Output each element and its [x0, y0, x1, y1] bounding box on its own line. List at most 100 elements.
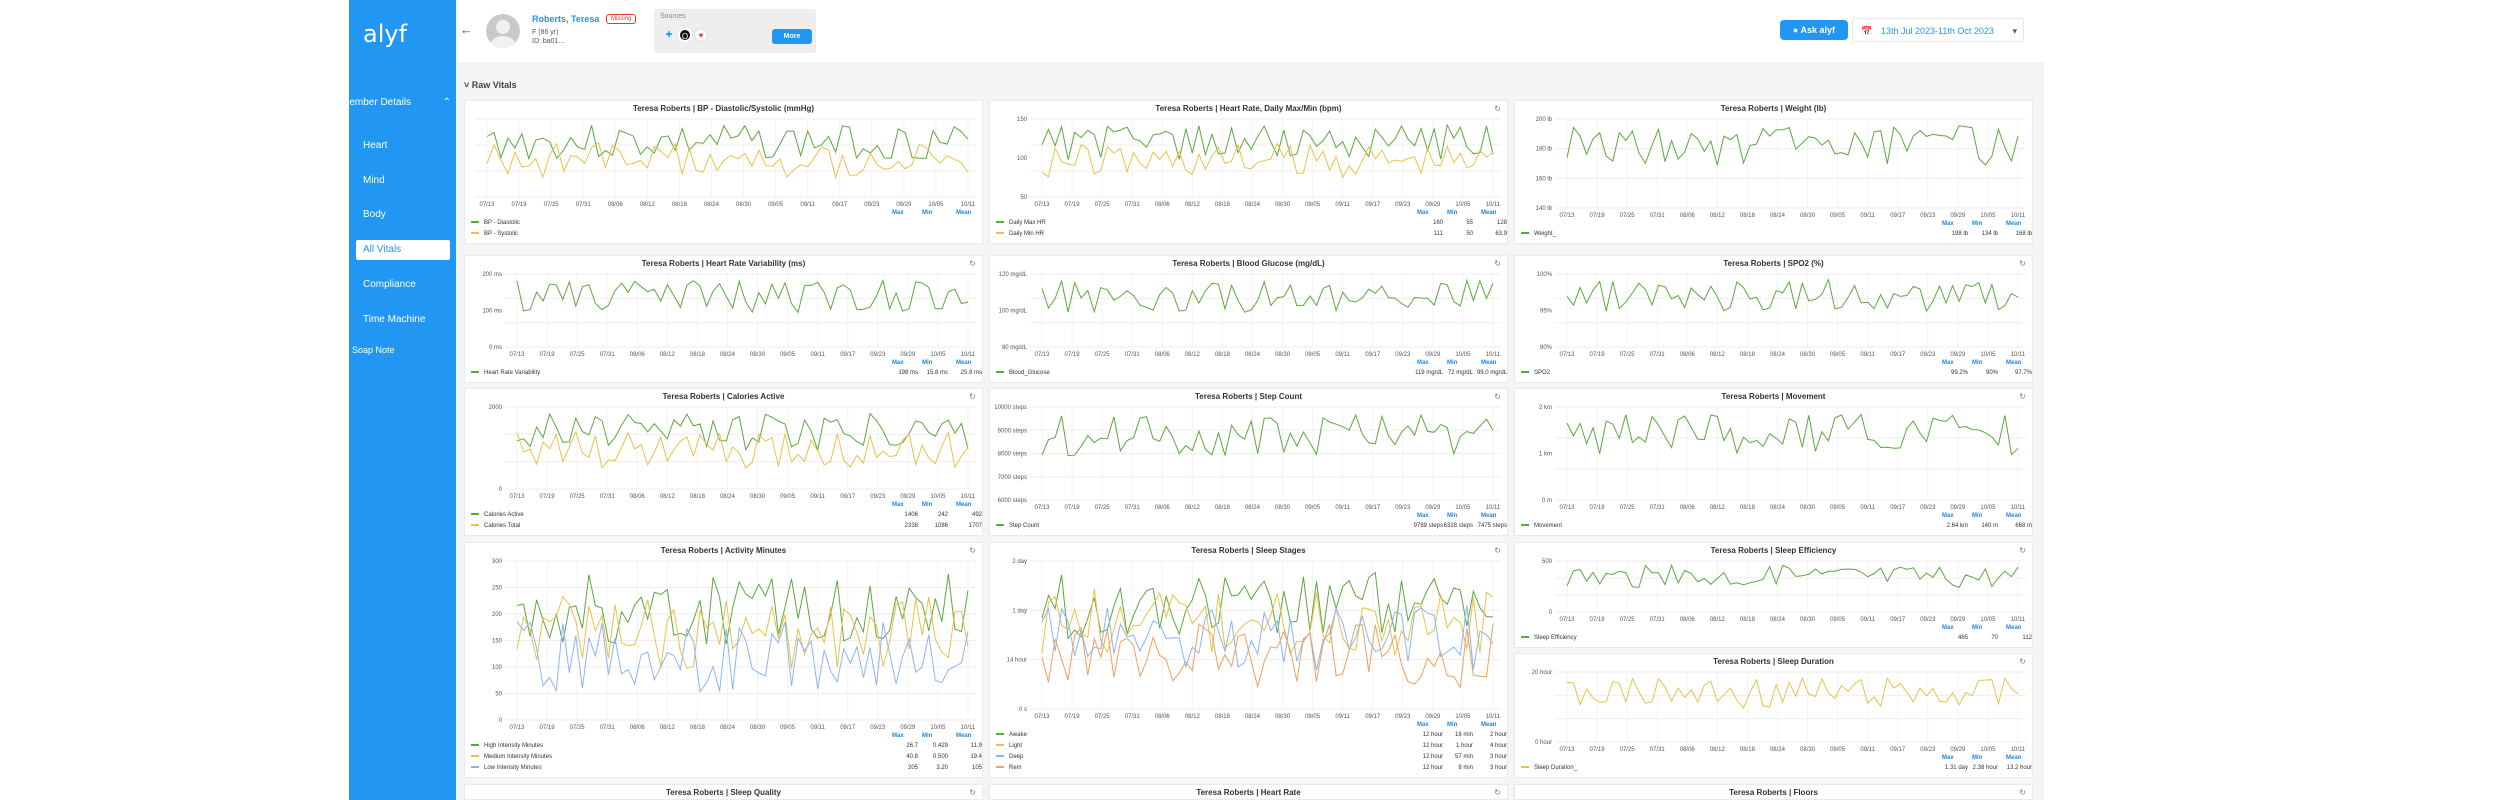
sidebar-item-compliance[interactable]: Compliance: [356, 275, 450, 295]
x-tick-label: 08/06: [1680, 213, 1696, 219]
legend-item[interactable]: Heart Rate Variability 198 ms 15.8 ms 25.9 …: [471, 370, 982, 379]
x-tick-label: 08/12: [1185, 714, 1201, 720]
x-tick-label: 09/05: [780, 494, 796, 500]
x-tick-label: 08/18: [1215, 505, 1231, 511]
x-tick-label: 10/05: [930, 494, 946, 500]
y-tick-label: 250: [492, 586, 503, 592]
section-title[interactable]: ˅ Raw Vitals: [464, 80, 517, 90]
x-tick-label: 09/05: [1305, 352, 1321, 358]
x-tick-label: 09/29: [896, 202, 912, 208]
x-tick-label: 08/30: [1275, 714, 1291, 720]
stat-header-mean: Mean: [956, 733, 972, 739]
y-tick-label: 200 ms: [482, 272, 502, 278]
x-tick-label: 09/11: [1335, 352, 1350, 358]
legend-item[interactable]: Light 12 hour 1 hour 4 hour: [996, 743, 1507, 752]
legend-mean-value: 112: [2022, 635, 2032, 641]
x-tick-label: 07/13: [1034, 202, 1050, 208]
y-tick-label: 2 km: [1539, 405, 1552, 411]
x-tick-label: 08/30: [1275, 202, 1291, 208]
x-tick-label: 09/11: [1860, 747, 1875, 753]
y-tick-label: 0 hour: [1535, 740, 1552, 746]
refresh-icon[interactable]: ↻: [2019, 788, 2026, 797]
legend-item[interactable]: Blood_Glucose 119 mg/dL 72 mg/dL 99.0 mg/dL: [996, 370, 1507, 379]
member-details-toggle[interactable]: Member Details ⌃: [349, 97, 449, 115]
legend-mean-value: 11.9: [970, 743, 982, 749]
chart-panel: Teresa Roberts | Sleep Duration ↻ 20 hour 0…: [1514, 653, 2033, 778]
legend-item[interactable]: Deep 12 hour 57 min 3 hour: [996, 754, 1507, 763]
stat-header-min: Min: [1447, 513, 1458, 519]
refresh-icon[interactable]: ↻: [1494, 788, 1501, 797]
x-tick-label: 08/06: [1155, 352, 1171, 358]
legend-mean-value: 668 m: [2015, 523, 2032, 529]
legend-item[interactable]: Daily Max HR 160 55 128: [996, 220, 1507, 229]
x-tick-label: 07/19: [1590, 747, 1606, 753]
x-tick-label: 07/25: [1620, 617, 1636, 623]
legend-item[interactable]: Awake 12 hour 16 min 2 hour: [996, 732, 1507, 741]
legend-mean-value: 105: [971, 765, 982, 771]
y-tick-label: 95%: [1540, 309, 1553, 315]
legend-mean-value: 168 lb: [2015, 231, 2032, 237]
x-tick-label: 07/25: [1620, 352, 1636, 358]
more-sources-button[interactable]: More: [772, 29, 812, 44]
sidebar-item-all-vitals[interactable]: All Vitals: [356, 240, 450, 260]
legend-item[interactable]: Rem 12 hour 8 min 3 hour: [996, 765, 1507, 774]
legend-swatch: [1521, 371, 1529, 374]
chart-plot: 200 ms 100 ms 0 ms 07/13 07/19 07/25 07/31 08/0…: [482, 272, 976, 358]
x-tick-label: 08/06: [1155, 714, 1171, 720]
legend-swatch: [996, 221, 1004, 224]
legend-item[interactable]: Sleep Duration_ 1.31 day 2.38 hour 13.2 hou…: [1521, 765, 2032, 774]
legend-item[interactable]: Movement 2.64 km 140 m 668 m: [1521, 523, 2032, 532]
x-tick-label: 09/23: [1395, 352, 1411, 358]
y-tick-label: 140 lb: [1536, 206, 1553, 212]
y-tick-label: 20 hour: [1532, 670, 1552, 676]
chart-panel: Teresa Roberts | Step Count ↻ 10000 steps 9…: [989, 388, 1508, 536]
chart-plot: 2 km 1 km 0 m 07/13 07/19 07/25 07/31 08/06 08/1…: [1539, 405, 2026, 511]
sidebar-item-mind[interactable]: Mind: [356, 171, 450, 191]
legend-item[interactable]: Medium Intensity Minutes 40.8 0.500 19.4: [471, 754, 982, 763]
chart-plot: 200 lb 180 lb 160 lb 140 lb 07/13 07/19 07/25 0…: [1536, 117, 2026, 219]
legend-item[interactable]: BP - Systolic: [471, 231, 978, 240]
sidebar-item-heart[interactable]: Heart: [356, 136, 450, 156]
x-tick-label: 09/17: [1890, 505, 1906, 511]
health-app-icon[interactable]: ♥: [694, 28, 708, 42]
legend-item[interactable]: Calories Total 2338 1086 1707: [471, 523, 982, 532]
chart-panel: Teresa Roberts | Heart Rate, Daily Max/M…: [989, 100, 1508, 244]
legend-item[interactable]: High Intensity Minutes 26.7 0.429 11.9: [471, 743, 982, 752]
x-tick-label: 08/24: [720, 352, 736, 358]
sidebar-item-body[interactable]: Body: [356, 205, 450, 225]
x-tick-label: 09/23: [1395, 202, 1411, 208]
ring-device-icon[interactable]: O: [678, 28, 692, 42]
legend-item[interactable]: Daily Min HR 111 50 63.9: [996, 231, 1507, 240]
legend-item[interactable]: Step Count 9789 steps 6328 steps 7475 steps: [996, 523, 1507, 532]
date-range-select[interactable]: 📅 13th Jul 2023-11th Oct 2023 ▾: [1852, 18, 2024, 42]
ask-alyf-button[interactable]: ● Ask alyf: [1780, 20, 1848, 40]
x-tick-label: 10/11: [1486, 352, 1501, 358]
chart-panel: Teresa Roberts | Floors ↻: [1514, 784, 2033, 800]
x-tick-label: 08/24: [1770, 617, 1786, 623]
soap-note-link[interactable]: Soap Note: [352, 345, 395, 355]
patient-gender-age: F (86 yr): [532, 29, 559, 36]
x-tick-label: 07/13: [1559, 617, 1575, 623]
series-line: [1041, 123, 1494, 160]
x-tick-label: 09/29: [900, 725, 916, 731]
x-tick-label: 09/23: [1920, 352, 1936, 358]
x-tick-label: 08/12: [1185, 202, 1201, 208]
x-tick-label: 07/19: [512, 202, 528, 208]
legend-item[interactable]: Weight_ 198 lb 134 lb 168 lb: [1521, 231, 2032, 240]
stat-header-mean: Mean: [1481, 210, 1497, 216]
sidebar-item-time-machine[interactable]: Time Machine: [356, 310, 450, 330]
medical-source-icon[interactable]: ✚: [662, 28, 676, 42]
legend-item[interactable]: SPO2 99.2% 90% 97.7%: [1521, 370, 2032, 379]
legend-item[interactable]: BP - Diastolic: [471, 220, 978, 229]
x-tick-label: 09/17: [840, 352, 856, 358]
stat-header-min: Min: [1447, 210, 1458, 216]
refresh-icon[interactable]: ↻: [969, 788, 976, 797]
x-tick-label: 09/05: [1830, 352, 1846, 358]
x-tick-label: 08/06: [1155, 505, 1171, 511]
legend-item[interactable]: Calories Active 1406 242 492: [471, 512, 982, 521]
legend-item[interactable]: Sleep Efficiency 465 70 112: [1521, 635, 2032, 644]
x-tick-label: 09/11: [1860, 352, 1875, 358]
back-arrow-icon[interactable]: ←: [460, 22, 473, 37]
legend-item[interactable]: Low Intensity Minutes 205 3.20 105: [471, 765, 982, 774]
patient-name[interactable]: Roberts, Teresa: [532, 14, 599, 24]
